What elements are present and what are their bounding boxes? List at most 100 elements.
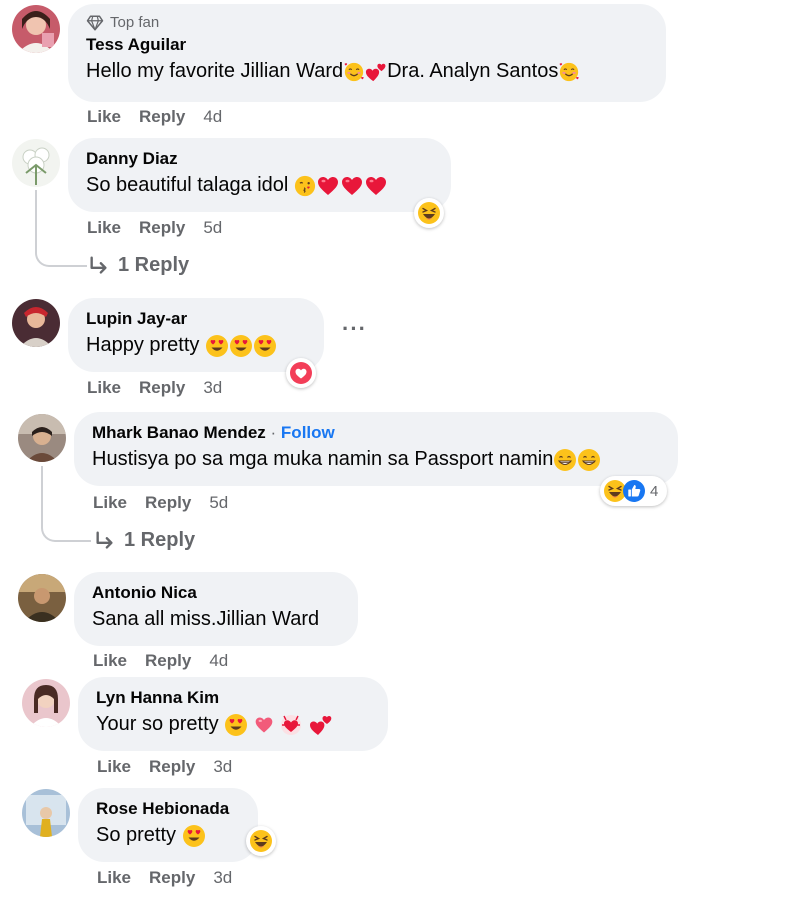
timestamp[interactable]: 3d — [213, 868, 232, 888]
two-hearts-icon — [365, 61, 387, 83]
comment-text: So pretty — [96, 822, 240, 848]
replies-count: 1 Reply — [124, 529, 196, 551]
like-button[interactable]: Like — [93, 493, 127, 513]
comment-actions: Like Reply 5d — [87, 218, 222, 238]
reply-button[interactable]: Reply — [139, 378, 185, 398]
like-button[interactable]: Like — [87, 107, 121, 127]
comment-actions: Like Reply 3d — [87, 378, 222, 398]
red-heart-icon — [364, 174, 388, 198]
reply-button[interactable]: Reply — [145, 651, 191, 671]
view-replies-link[interactable]: 1 Reply — [88, 254, 189, 277]
avatar-photo — [18, 574, 66, 622]
avatar-photo — [18, 414, 66, 462]
author-name-link[interactable]: Mhark Banao Mendez — [92, 423, 266, 442]
comment-text-body: So pretty — [96, 824, 177, 846]
author-name: Mhark Banao Mendez · Follow — [92, 422, 660, 443]
comment-text: Hustisya po sa mga muka namin sa Passpor… — [92, 446, 660, 472]
red-heart-icon — [340, 174, 364, 198]
comment-text-part: Dra. Analyn Santos — [387, 60, 559, 82]
reply-button[interactable]: Reply — [139, 107, 185, 127]
comment-bubble: Top fan Tess Aguilar Hello my favorite J… — [68, 4, 666, 102]
avatar[interactable] — [12, 5, 60, 53]
grinning-face-icon — [553, 448, 577, 472]
avatar-photo — [12, 5, 60, 53]
comment-actions: Like Reply 3d — [97, 757, 232, 777]
heart-eyes-icon — [182, 824, 206, 848]
separator-dot: · — [265, 423, 281, 442]
comment-actions: Like Reply 4d — [93, 651, 228, 671]
top-fan-badge: Top fan — [86, 14, 648, 32]
comment-actions: Like Reply 4d — [87, 107, 222, 127]
author-name[interactable]: Danny Diaz — [86, 148, 433, 169]
reply-button[interactable]: Reply — [139, 218, 185, 238]
like-button[interactable]: Like — [87, 378, 121, 398]
like-reaction-icon — [622, 479, 646, 503]
love-reaction-icon — [289, 361, 313, 385]
badge-label: Top fan — [110, 14, 160, 31]
like-button[interactable]: Like — [97, 757, 131, 777]
revolving-heart-icon — [279, 713, 303, 737]
comment-bubble: Rose Hebionada So pretty — [78, 788, 258, 862]
replies-count: 1 Reply — [118, 254, 190, 276]
avatar[interactable] — [18, 414, 66, 462]
follow-button[interactable]: Follow — [281, 423, 335, 442]
comment-text-body: Hustisya po sa mga muka namin sa Passpor… — [92, 448, 554, 470]
comment-bubble: Antonio Nica Sana all miss.Jillian Ward — [74, 572, 358, 646]
comment-text: So beautiful talaga idol — [86, 172, 433, 198]
reaction-summary[interactable]: 4 — [600, 476, 668, 506]
timestamp[interactable]: 3d — [203, 378, 222, 398]
avatar[interactable] — [18, 574, 66, 622]
view-replies-link[interactable]: 1 Reply — [94, 529, 195, 552]
comment-text-part: Hello my favorite Jillian Ward — [86, 60, 344, 82]
diamond-icon — [86, 14, 104, 32]
haha-reaction-icon — [417, 201, 441, 225]
timestamp[interactable]: 3d — [213, 757, 232, 777]
reply-arrow-icon — [94, 530, 116, 552]
timestamp[interactable]: 4d — [209, 651, 228, 671]
avatar[interactable] — [22, 679, 70, 727]
avatar[interactable] — [12, 139, 60, 187]
comment-text-body: So beautiful talaga idol — [86, 174, 289, 196]
pink-heart-icon — [254, 715, 274, 735]
timestamp[interactable]: 5d — [209, 493, 228, 513]
comment-text-body: Your so pretty — [96, 713, 219, 735]
smiling-face-with-hearts-icon — [558, 61, 580, 83]
heart-eyes-icon — [253, 334, 277, 358]
timestamp[interactable]: 4d — [203, 107, 222, 127]
author-name[interactable]: Tess Aguilar — [86, 34, 648, 55]
avatar-photo — [12, 139, 60, 187]
smiling-face-with-hearts-icon — [343, 61, 365, 83]
heart-eyes-icon — [205, 334, 229, 358]
timestamp[interactable]: 5d — [203, 218, 222, 238]
like-button[interactable]: Like — [93, 651, 127, 671]
haha-reaction-icon — [249, 829, 273, 853]
grinning-face-icon — [577, 448, 601, 472]
avatar[interactable] — [12, 299, 60, 347]
reaction-summary[interactable] — [286, 358, 316, 388]
reaction-summary[interactable] — [246, 826, 276, 856]
heart-eyes-icon — [229, 334, 253, 358]
reaction-summary[interactable] — [414, 198, 444, 228]
red-heart-icon — [316, 174, 340, 198]
reply-button[interactable]: Reply — [145, 493, 191, 513]
comment-text: Hello my favorite Jillian Ward Dra. Analy… — [86, 58, 648, 84]
comment-bubble: Mhark Banao Mendez · Follow Hustisya po … — [74, 412, 678, 486]
comment-text: Sana all miss.Jillian Ward — [92, 608, 320, 630]
reply-button[interactable]: Reply — [149, 757, 195, 777]
heart-eyes-icon — [224, 713, 248, 737]
like-button[interactable]: Like — [97, 868, 131, 888]
more-options-icon[interactable]: ··· — [342, 316, 367, 342]
comment-actions: Like Reply 5d — [93, 493, 228, 513]
author-name[interactable]: Lupin Jay-ar — [86, 308, 306, 329]
avatar[interactable] — [22, 789, 70, 837]
author-name[interactable]: Rose Hebionada — [96, 798, 240, 819]
comment-bubble: Danny Diaz So beautiful talaga idol — [68, 138, 451, 212]
comment-bubble: Lyn Hanna Kim Your so pretty — [78, 677, 388, 751]
reply-button[interactable]: Reply — [149, 868, 195, 888]
comment-bubble: Lupin Jay-ar Happy pretty — [68, 298, 324, 372]
avatar-photo — [12, 299, 60, 347]
author-name[interactable]: Lyn Hanna Kim — [96, 687, 370, 708]
author-name[interactable]: Antonio Nica — [92, 582, 340, 603]
like-button[interactable]: Like — [87, 218, 121, 238]
face-blowing-kiss-icon — [294, 175, 316, 197]
